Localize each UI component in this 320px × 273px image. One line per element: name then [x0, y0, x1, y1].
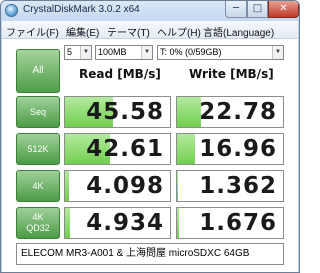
write-bar — [177, 134, 196, 164]
menu-bar: ファイル(F) 編集(E) テーマ(T) ヘルプ(H) 言語(Language) — [2, 21, 298, 39]
seq-write-result: 22.78 — [176, 96, 284, 128]
row-label: 4K — [32, 212, 44, 222]
write-value: 1.676 — [199, 210, 277, 236]
write-value: 22.78 — [199, 99, 277, 125]
minimize-button[interactable]: ─ — [225, 1, 247, 18]
4k-qd32-test-button[interactable]: 4K QD32 — [16, 207, 60, 239]
write-bar — [177, 208, 179, 238]
menu-help[interactable]: ヘルプ(H) — [157, 24, 201, 39]
row-label: 4K — [32, 180, 44, 191]
test-count-value: 5 — [67, 47, 73, 57]
write-bar — [177, 171, 179, 201]
read-bar — [65, 208, 71, 238]
write-value: 16.96 — [199, 136, 277, 162]
read-value: 45.58 — [86, 99, 164, 125]
4k-test-button[interactable]: 4K — [16, 170, 60, 202]
chevron-down-icon: ▼ — [272, 46, 283, 59]
app-window: CrystalDiskMark 3.0.2 x64 ─ □ ✕ ファイル(F) … — [0, 0, 300, 273]
row-label: 512K — [27, 143, 49, 154]
4k-read-result: 4.098 — [64, 170, 171, 202]
512k-test-button[interactable]: 512K — [16, 133, 60, 165]
test-size-select[interactable]: 100MB ▼ — [95, 45, 153, 60]
read-bar — [65, 171, 70, 201]
maximize-button[interactable]: □ — [247, 1, 268, 18]
row-label: Seq — [29, 106, 46, 117]
test-count-select[interactable]: 5 ▼ — [64, 45, 92, 60]
all-button[interactable]: All — [16, 49, 60, 93]
4k-qd32-write-result: 1.676 — [176, 207, 284, 239]
write-bar — [177, 97, 202, 127]
read-value: 4.098 — [86, 173, 164, 199]
crystaldiskmark-icon — [5, 4, 18, 17]
512k-write-result: 16.96 — [176, 133, 284, 165]
title-bar[interactable]: CrystalDiskMark 3.0.2 x64 ─ □ ✕ — [1, 1, 299, 21]
write-header: Write [MB/s] — [189, 67, 274, 81]
4k-write-result: 1.362 — [176, 170, 284, 202]
seq-test-button[interactable]: Seq — [16, 96, 60, 128]
read-value: 42.61 — [86, 136, 164, 162]
window-title: CrystalDiskMark 3.0.2 x64 — [23, 4, 140, 15]
menu-file[interactable]: ファイル(F) — [6, 24, 59, 39]
main-panel: All 5 ▼ 100MB ▼ T: 0% (0/59GB) ▼ Read [M… — [2, 39, 298, 272]
comment-field[interactable]: ELECOM MR3-A001 & 上海問屋 microSDXC 64GB — [16, 243, 284, 265]
4k-qd32-read-result: 4.934 — [64, 207, 171, 239]
drive-select[interactable]: T: 0% (0/59GB) ▼ — [157, 45, 284, 60]
read-value: 4.934 — [86, 210, 164, 236]
write-value: 1.362 — [199, 173, 277, 199]
close-button[interactable]: ✕ — [268, 1, 299, 18]
drive-value: T: 0% (0/59GB) — [160, 47, 222, 57]
chevron-down-icon: ▼ — [80, 46, 91, 59]
chevron-down-icon: ▼ — [141, 46, 152, 59]
menu-language[interactable]: 言語(Language) — [203, 24, 274, 39]
menu-theme[interactable]: テーマ(T) — [107, 24, 150, 39]
seq-read-result: 45.58 — [64, 96, 171, 128]
menu-edit[interactable]: 編集(E) — [66, 24, 99, 39]
512k-read-result: 42.61 — [64, 133, 171, 165]
row-sublabel: QD32 — [26, 223, 50, 233]
test-size-value: 100MB — [98, 47, 127, 57]
read-header: Read [MB/s] — [79, 67, 161, 81]
